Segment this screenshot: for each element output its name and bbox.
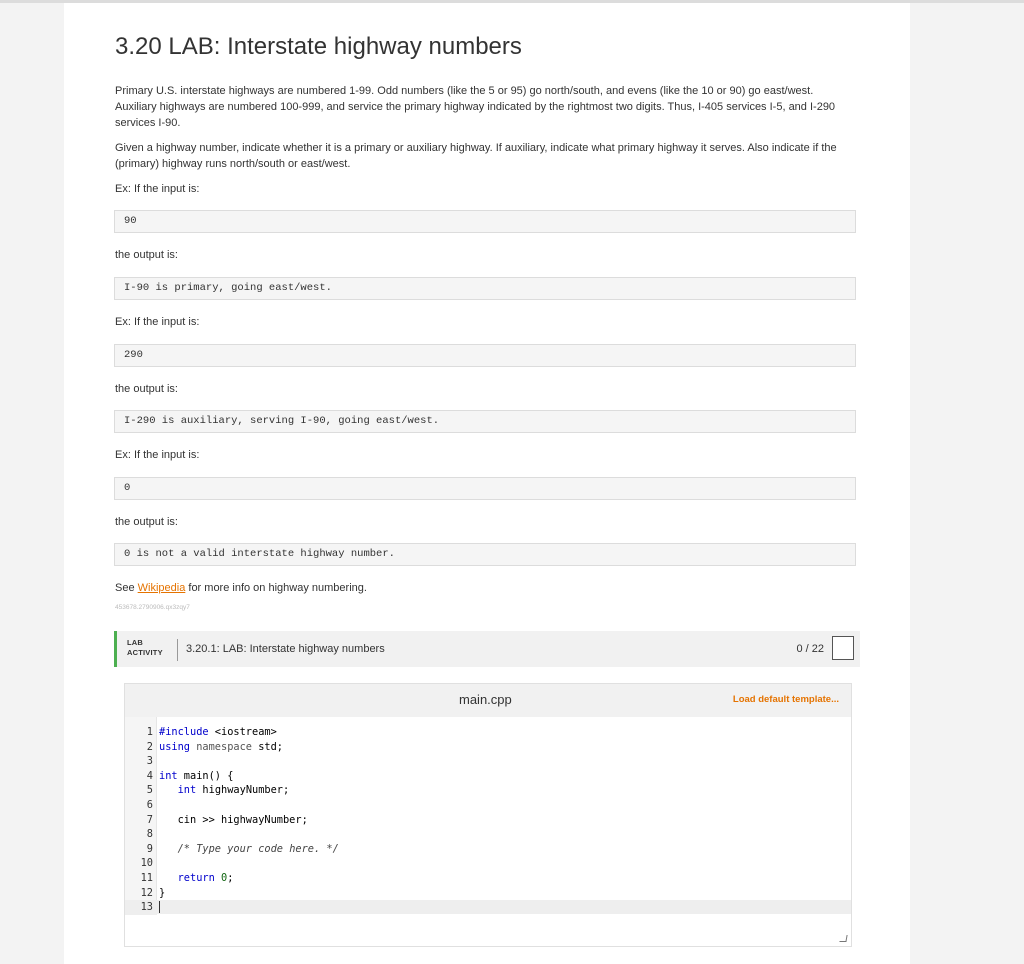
line-number: 2 [146,740,153,753]
example-2-output-label: the output is: [115,383,178,395]
line-number: 9 [146,842,153,855]
line-number: 3 [146,755,153,768]
code-line: 7 cin >> highwayNumber; [125,813,851,828]
resize-handle-icon[interactable] [839,935,848,942]
example-2-input-label: Ex: If the input is: [115,316,200,328]
load-default-template-button[interactable]: Load default template... [733,694,839,705]
line-number: 1 [146,726,153,738]
lab-header-separator [177,639,178,661]
example-1-output-label: the output is: [115,249,178,261]
line-number: 5 [146,784,153,797]
example-1-input: 90 [114,210,856,233]
page-title: 3.20 LAB: Interstate highway numbers [115,33,522,60]
code-line: 12} [125,886,851,901]
example-2-output: I-290 is auxiliary, serving I-90, going … [114,410,856,433]
example-3-output: 0 is not a valid interstate highway numb… [114,543,856,566]
editor-bottom-area [157,914,851,946]
code-line: 6 [125,798,851,813]
example-1-input-label: Ex: If the input is: [115,183,200,195]
line-number: 11 [140,871,153,884]
code-line: 8 [125,827,851,842]
code-lines[interactable]: 1 #include <iostream> 2 using namespace st… [125,725,851,915]
see-more-prefix: See [115,582,138,594]
line-number: 6 [146,798,153,811]
line-number: 7 [146,813,153,826]
file-name: main.cpp [459,692,512,707]
description-paragraph-1: Primary U.S. interstate highways are num… [115,85,836,129]
text-cursor [159,901,160,914]
activity-word: ACTIVITY [127,648,163,657]
see-more-suffix: for more info on highway numbering. [185,582,367,594]
editor-header: main.cpp Load default template... [125,684,851,717]
example-3-input-label: Ex: If the input is: [115,449,200,461]
code-line: 4 int main() { [125,769,851,784]
line-number: 10 [140,857,153,870]
lab-score: 0 / 22 [796,643,824,655]
lab-title: 3.20.1: LAB: Interstate highway numbers [186,643,385,655]
line-number: 13 [140,901,153,914]
code-line: 1 #include <iostream> [125,725,851,740]
code-line: 10 [125,856,851,871]
code-line: 11 return 0; [125,871,851,886]
line-number: 4 [146,769,153,782]
code-line: 2 using namespace std; [125,740,851,755]
example-1-output: I-90 is primary, going east/west. [114,277,856,300]
example-2-input: 290 [114,344,856,367]
example-3-input: 0 [114,477,856,500]
lab-activity-header: LAB ACTIVITY 3.20.1: LAB: Interstate hig… [114,631,860,667]
code-line: 3 [125,754,851,769]
code-editor[interactable]: main.cpp Load default template... 1 #incl… [124,683,852,947]
line-number: 12 [140,886,153,899]
see-more-text: See Wikipedia for more info on highway n… [115,582,367,594]
line-number: 8 [146,828,153,841]
code-line: 5 int highwayNumber; [125,783,851,798]
example-3-output-label: the output is: [115,516,178,528]
code-line-active: 13 [125,900,851,915]
content-page: 3.20 LAB: Interstate highway numbers Pri… [64,3,910,964]
activity-id: 453678.2790906.qx3zqy7 [115,604,190,611]
lab-activity-badge: LAB ACTIVITY [127,638,163,658]
code-line: 9 /* Type your code here. */ [125,842,851,857]
completion-checkbox-icon [832,636,854,660]
description-paragraph-2: Given a highway number, indicate whether… [115,142,837,170]
wikipedia-link[interactable]: Wikipedia [138,582,186,594]
lab-word: LAB [127,638,144,647]
